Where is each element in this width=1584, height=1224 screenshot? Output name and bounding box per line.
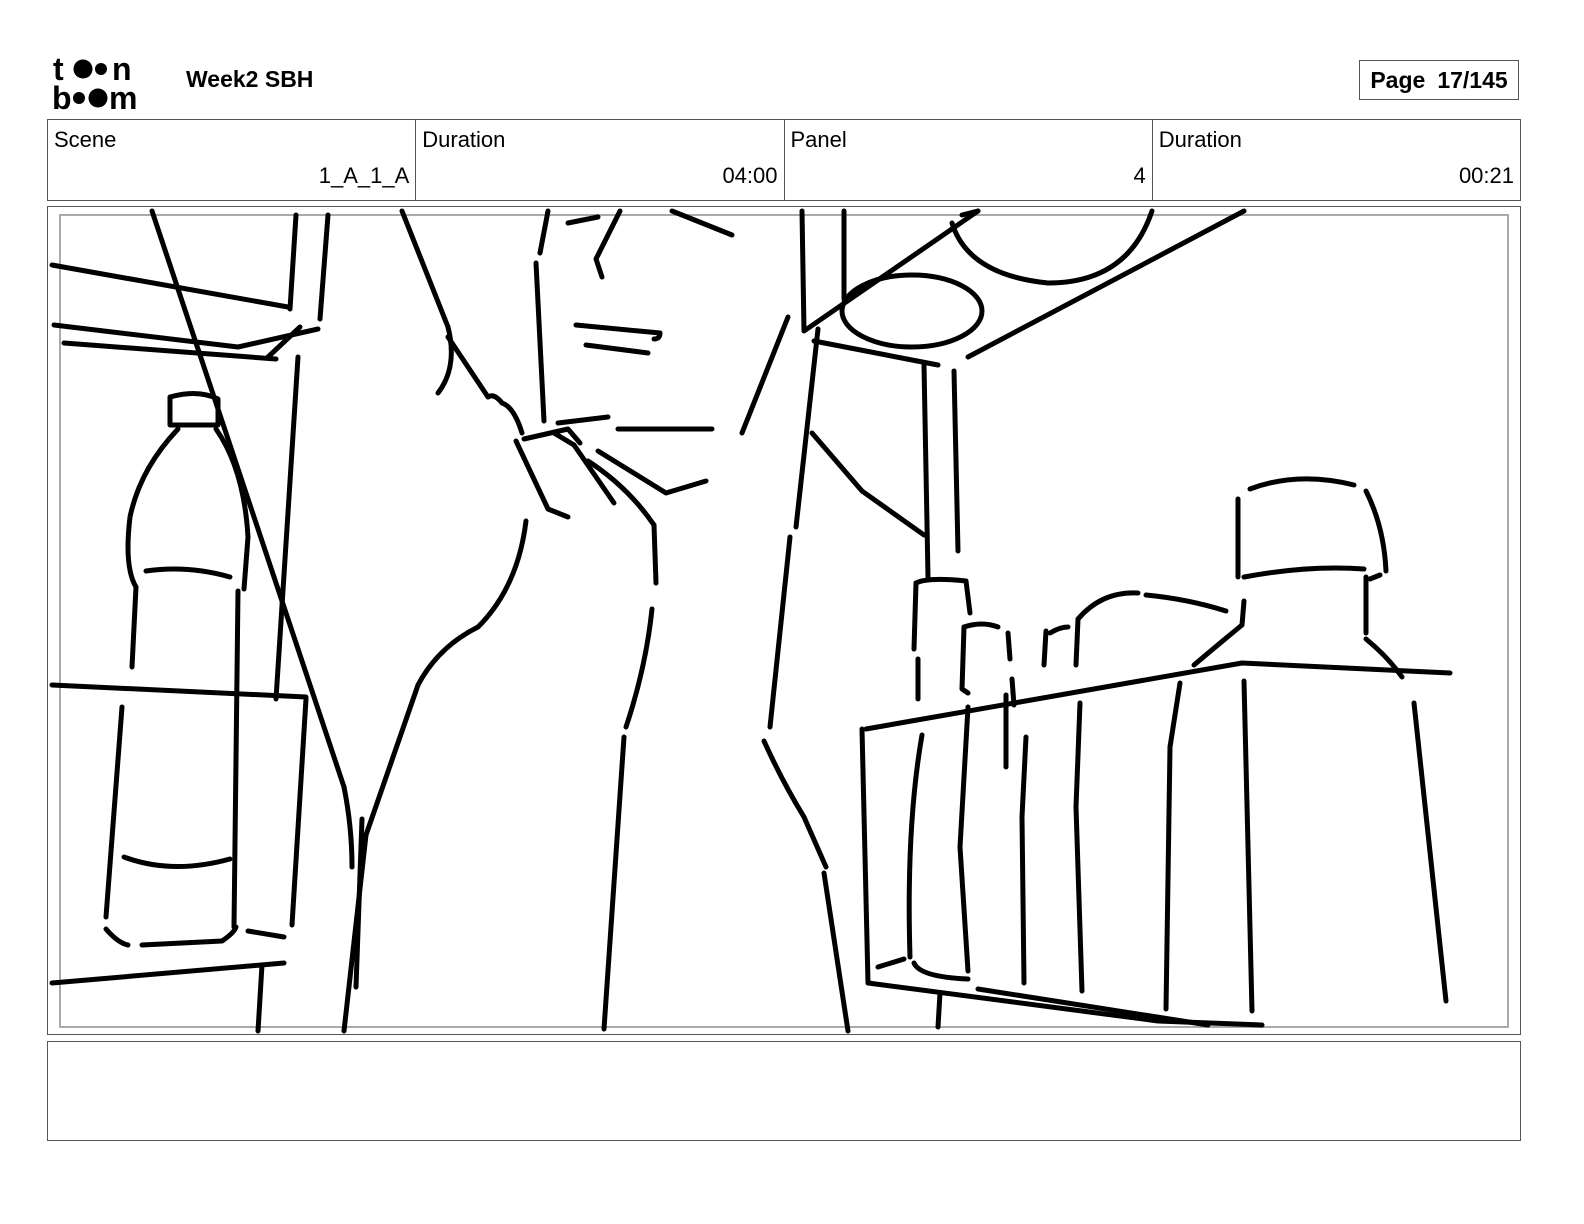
panel-duration-label: Duration xyxy=(1158,127,1242,152)
panel-duration-cell: Duration 00:21 xyxy=(1153,120,1520,200)
scene-label: Scene xyxy=(54,127,117,152)
panel-sketch-drawing xyxy=(49,208,1509,1034)
scene-duration-value: 04:00 xyxy=(722,163,778,188)
svg-text:m: m xyxy=(109,80,137,112)
page-label: Page xyxy=(1370,66,1426,93)
scene-duration-label: Duration xyxy=(422,127,506,152)
svg-text:b: b xyxy=(52,80,72,112)
panel-notes-area[interactable] xyxy=(47,1041,1521,1141)
toon-boom-logo: t n b m xyxy=(52,51,164,116)
document-title: Week2 SBH xyxy=(186,66,314,92)
panel-cell: Panel 4 xyxy=(785,120,1153,200)
panel-value: 4 xyxy=(1133,163,1146,188)
panel-duration-value: 00:21 xyxy=(1458,163,1514,188)
page-counter: Page 17/145 xyxy=(1359,60,1519,100)
panel-label: Panel xyxy=(790,127,847,152)
scene-duration-cell: Duration 04:00 xyxy=(416,120,785,200)
scene-cell: Scene 1_A_1_A xyxy=(48,120,417,200)
page-number: 17/145 xyxy=(1437,66,1508,93)
storyboard-panel xyxy=(47,206,1521,1035)
scene-value: 1_A_1_A xyxy=(318,163,410,188)
scene-info-table: Scene 1_A_1_A Duration 04:00 Panel 4 Dur… xyxy=(47,119,1521,201)
